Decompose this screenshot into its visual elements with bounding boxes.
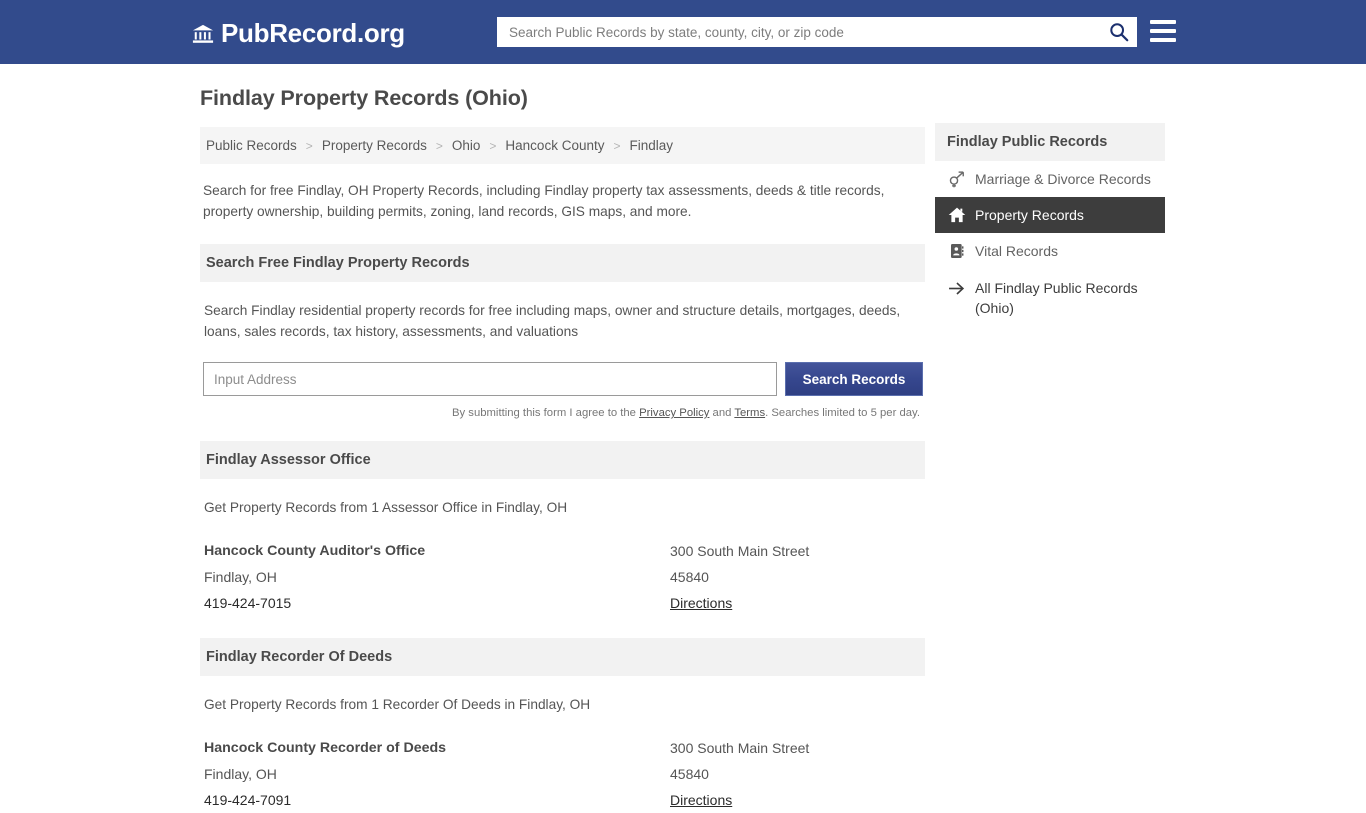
global-search-input[interactable] bbox=[497, 17, 1097, 47]
hamburger-bar bbox=[1150, 29, 1176, 33]
disclaimer-suffix: . Searches limited to 5 per day. bbox=[765, 407, 920, 419]
sidebar-item-marriage-divorce-records[interactable]: Marriage & Divorce Records bbox=[935, 161, 1165, 197]
office-phone[interactable]: 419-424-7015 bbox=[204, 590, 654, 616]
arrow-right-icon bbox=[947, 278, 966, 298]
site-logo-text: PubRecord.org bbox=[221, 18, 405, 48]
page-body: Findlay Property Records (Ohio) Public R… bbox=[0, 64, 1366, 808]
home-icon bbox=[947, 197, 966, 233]
recorder-section-heading: Findlay Recorder Of Deeds bbox=[200, 638, 925, 676]
office-street: 300 South Main Street bbox=[670, 543, 810, 559]
breadcrumb-item-property-records[interactable]: Property Records bbox=[322, 138, 427, 153]
address-book-icon bbox=[947, 233, 966, 269]
search-records-button[interactable]: Search Records bbox=[785, 362, 923, 396]
sidebar-item-label: All Findlay Public Records (Ohio) bbox=[975, 280, 1138, 316]
breadcrumb: Public Records > Property Records > Ohio… bbox=[200, 127, 925, 164]
office-city-state: Findlay, OH bbox=[204, 766, 277, 782]
office-left-column: Hancock County Auditor's Office Findlay,… bbox=[204, 538, 654, 616]
breadcrumb-separator-icon: > bbox=[613, 138, 621, 153]
office-left-column: Hancock County Recorder of Deeds Findlay… bbox=[204, 735, 654, 813]
sidebar-item-property-records[interactable]: Property Records bbox=[935, 197, 1165, 233]
breadcrumb-item-hancock-county[interactable]: Hancock County bbox=[505, 138, 604, 153]
venus-mars-icon bbox=[947, 161, 966, 197]
sidebar-item-label: Marriage & Divorce Records bbox=[975, 171, 1151, 187]
office-name: Hancock County Auditor's Office bbox=[204, 543, 426, 559]
office-zip: 45840 bbox=[670, 569, 709, 585]
office-directions-link[interactable]: Directions bbox=[670, 792, 732, 808]
breadcrumb-item-findlay[interactable]: Findlay bbox=[630, 138, 674, 153]
hamburger-bar bbox=[1150, 38, 1176, 42]
sidebar-item-label: Vital Records bbox=[975, 243, 1059, 259]
sidebar-item-label: Property Records bbox=[975, 207, 1084, 223]
breadcrumb-separator-icon: > bbox=[489, 138, 497, 153]
header-search-box bbox=[497, 17, 1137, 47]
page-intro-text: Search for free Findlay, OH Property Rec… bbox=[203, 183, 885, 219]
site-header: PubRecord.org bbox=[0, 0, 1366, 64]
search-section-heading: Search Free Findlay Property Records bbox=[200, 244, 925, 282]
search-submit-button[interactable] bbox=[1107, 21, 1131, 45]
bank-icon bbox=[192, 23, 214, 45]
breadcrumb-separator-icon: > bbox=[435, 138, 443, 153]
assessor-section-description: Get Property Records from 1 Assessor Off… bbox=[204, 500, 568, 515]
sidebar-item-vital-records[interactable]: Vital Records bbox=[935, 233, 1165, 269]
disclaimer-prefix: By submitting this form I agree to the bbox=[451, 407, 640, 419]
search-icon bbox=[1110, 23, 1129, 42]
office-phone[interactable]: 419-424-7091 bbox=[204, 787, 654, 813]
address-input[interactable] bbox=[203, 362, 777, 396]
office-entry-assessor: Hancock County Auditor's Office Findlay,… bbox=[204, 538, 925, 616]
terms-link[interactable]: Terms bbox=[734, 407, 765, 419]
office-right-column: 300 South Main Street 45840 Directions bbox=[670, 538, 930, 616]
breadcrumb-item-ohio[interactable]: Ohio bbox=[452, 138, 481, 153]
search-section-description: Search Findlay residential property reco… bbox=[204, 303, 901, 339]
sidebar-item-all-public-records[interactable]: All Findlay Public Records (Ohio) bbox=[935, 269, 1165, 322]
disclaimer-middle: and bbox=[709, 407, 735, 419]
privacy-policy-link[interactable]: Privacy Policy bbox=[639, 407, 709, 419]
sidebar-title: Findlay Public Records bbox=[935, 123, 1165, 161]
recorder-section-description: Get Property Records from 1 Recorder Of … bbox=[204, 697, 591, 712]
office-right-column: 300 South Main Street 45840 Directions bbox=[670, 735, 930, 813]
form-disclaimer: By submitting this form I agree to the P… bbox=[200, 407, 920, 419]
assessor-section-heading: Findlay Assessor Office bbox=[200, 441, 925, 479]
site-logo[interactable]: PubRecord.org bbox=[192, 18, 405, 49]
main-content: Findlay Property Records (Ohio) Public R… bbox=[200, 86, 925, 813]
office-directions-link[interactable]: Directions bbox=[670, 595, 732, 611]
office-zip: 45840 bbox=[670, 766, 709, 782]
sidebar: Findlay Public Records Marriage & Divorc… bbox=[935, 123, 1165, 322]
hamburger-menu-icon[interactable] bbox=[1150, 20, 1176, 44]
page-title: Findlay Property Records (Ohio) bbox=[200, 86, 528, 110]
office-street: 300 South Main Street bbox=[670, 740, 810, 756]
office-entry-recorder: Hancock County Recorder of Deeds Findlay… bbox=[204, 735, 925, 813]
breadcrumb-item-public-records[interactable]: Public Records bbox=[206, 138, 297, 153]
office-name: Hancock County Recorder of Deeds bbox=[204, 740, 447, 756]
breadcrumb-separator-icon: > bbox=[305, 138, 313, 153]
property-search-form: Search Records bbox=[203, 362, 923, 396]
office-city-state: Findlay, OH bbox=[204, 569, 277, 585]
hamburger-bar bbox=[1150, 20, 1176, 24]
